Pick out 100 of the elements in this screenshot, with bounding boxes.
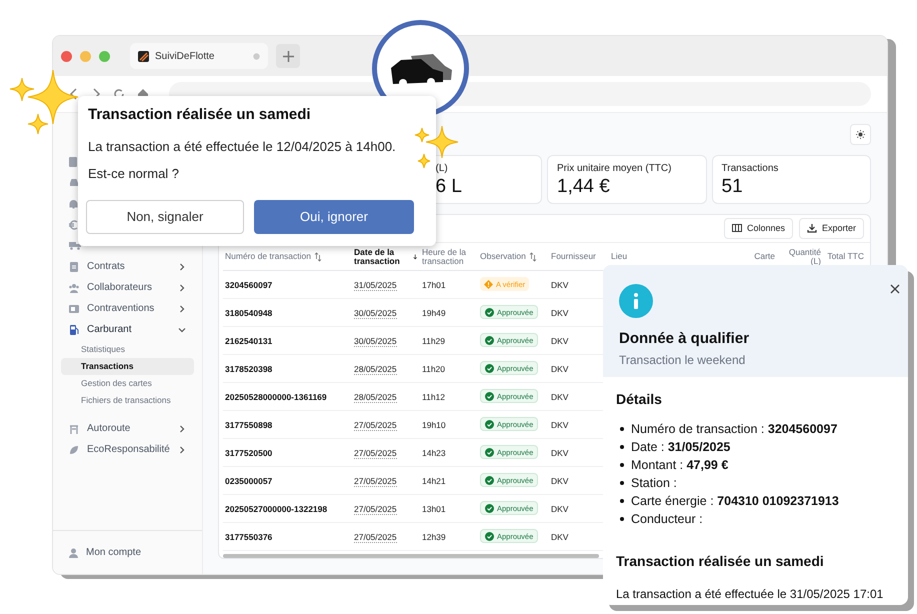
truck-icon (69, 241, 81, 250)
table-cell: 3177520500 (225, 448, 272, 458)
tab-title: SuiviDeFlotte (155, 50, 216, 64)
sort-icon[interactable] (314, 252, 322, 262)
column-header[interactable]: Heure de la transaction (422, 248, 476, 266)
column-header[interactable]: Carte (754, 252, 775, 262)
report-button[interactable]: Non, signaler (86, 200, 244, 234)
table-cell: 11h20 (422, 364, 446, 374)
table-cell: DKV (551, 280, 568, 290)
user-icon (69, 548, 78, 558)
table-cell: DKV (551, 476, 568, 486)
theme-button[interactable] (850, 124, 871, 144)
detail-item: Conducteur : (631, 511, 703, 527)
table-cell: 13h01 (422, 504, 446, 514)
warning-icon (484, 280, 493, 289)
table-cell: DKV (551, 308, 568, 318)
table-cell: 3204560097 (225, 280, 272, 290)
stat-label: Prix unitaire moyen (TTC) (557, 162, 672, 176)
column-header[interactable]: Numéro de transaction (225, 252, 311, 262)
detail-item: Date : 31/05/2025 (631, 439, 730, 455)
column-header[interactable]: Observation (480, 252, 526, 262)
scrollbar[interactable] (223, 554, 599, 558)
table-cell: 11h29 (422, 336, 446, 346)
account-link[interactable]: Mon compte (86, 545, 142, 560)
sidebar-item[interactable]: Collaborateurs (61, 277, 194, 298)
dialog-question: Est-ce normal ? (88, 165, 180, 183)
bullet-icon (620, 499, 624, 503)
document-icon (69, 156, 78, 166)
people-icon (69, 282, 79, 292)
chevron-icon (178, 446, 186, 454)
check-circle-icon (485, 448, 494, 457)
detail-item: Montant : 47,99 € (631, 457, 728, 473)
sidebar-subitem[interactable]: Gestion des cartes (61, 375, 194, 392)
check-circle-icon (485, 308, 494, 317)
stat-value: 51 (722, 176, 744, 198)
sort-descending-icon[interactable] (412, 252, 418, 262)
column-header[interactable]: Total TTC (827, 252, 864, 262)
stat-label: Transactions (722, 162, 780, 176)
sort-icon[interactable] (528, 252, 537, 262)
table-cell: 2162540131 (225, 336, 272, 346)
check-circle-icon (485, 392, 494, 401)
table-cell: 0235000057 (225, 476, 272, 486)
sidebar-item[interactable]: Carburant (61, 319, 194, 340)
table-cell: DKV (551, 364, 568, 374)
table-cell: 19h49 (422, 308, 446, 318)
confirm-button[interactable]: Oui, ignorer (254, 200, 414, 234)
sidebar-item[interactable]: Contraventions (61, 298, 194, 319)
section-title: Transaction réalisée un samedi (616, 552, 825, 571)
sidebar-subitem[interactable]: Fichiers de transactions (61, 392, 194, 409)
check-circle-icon (485, 532, 494, 541)
back-icon[interactable] (69, 88, 79, 100)
column-header[interactable]: Lieu (611, 252, 628, 262)
sidebar-subitem[interactable]: Statistiques (61, 341, 194, 358)
table-cell: DKV (551, 420, 568, 430)
chevron-icon (178, 262, 186, 270)
stat-value: 6 L (436, 176, 463, 198)
table-cell: DKV (551, 504, 568, 514)
table-cell: 20250528000000-1361169 (225, 392, 327, 402)
toolbar-button[interactable]: Exporter (798, 218, 864, 239)
column-header[interactable]: Date de la transaction (354, 248, 410, 266)
sidebar-item[interactable]: EcoResponsabilité (61, 439, 194, 460)
chevron-icon (178, 284, 186, 292)
panel-subtitle: Transaction le weekend (619, 352, 746, 368)
sidebar-item[interactable]: Autoroute (61, 418, 194, 439)
table-cell: 3178520398 (225, 364, 272, 374)
close-icon[interactable] (890, 284, 900, 294)
column-header[interactable]: Fournisseur (551, 252, 596, 262)
table-cell: DKV (551, 532, 568, 542)
table-cell: 27/05/2025 (354, 420, 397, 431)
sidebar-item[interactable]: Contrats (61, 256, 194, 277)
table-cell: DKV (551, 392, 568, 402)
browser-tab[interactable]: SuiviDeFlotte (130, 43, 268, 69)
stat-value: 1,44 € (557, 176, 611, 198)
new-tab-button[interactable] (276, 44, 300, 68)
table-cell: 31/05/2025 (354, 280, 397, 291)
download-icon (806, 223, 817, 234)
plus-icon (282, 50, 294, 62)
table-cell: 3177550898 (225, 420, 272, 430)
toolbar-button[interactable]: Colonnes (724, 218, 793, 239)
chevron-icon (178, 424, 186, 432)
leaf-icon (69, 444, 79, 454)
table-cell: 28/05/2025 (354, 364, 397, 375)
table-cell: 19h10 (422, 420, 446, 430)
table-cell: 30/05/2025 (354, 336, 397, 347)
table-cell: 28/05/2025 (354, 392, 397, 403)
sun-icon (856, 130, 865, 138)
sidebar-subitem[interactable]: Transactions (61, 358, 194, 375)
info-glyph-icon (633, 293, 639, 309)
table-cell: 14h21 (422, 476, 446, 486)
table-cell: 20250527000000-1322198 (225, 504, 328, 514)
reason-text: La transaction a été effectuée le 31/05/2025 17:01 (616, 586, 884, 603)
table-cell: 17h01 (422, 280, 446, 290)
bullet-icon (620, 517, 624, 521)
column-header[interactable]: Quantité (L) (779, 248, 821, 266)
logo-icon (138, 50, 149, 62)
check-circle-icon (485, 364, 494, 373)
table-cell: DKV (551, 336, 568, 346)
bullet-icon (620, 481, 624, 485)
table-cell: 12h39 (422, 532, 446, 542)
columns-icon (732, 223, 742, 234)
